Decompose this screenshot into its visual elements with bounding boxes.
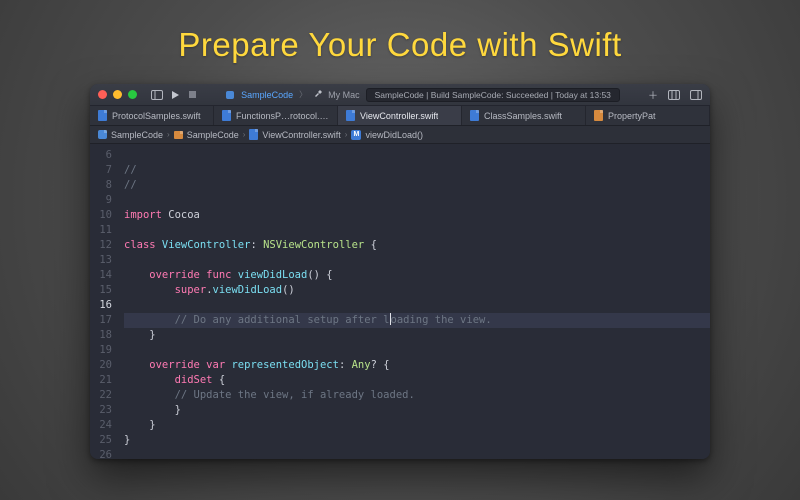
traffic-close-icon[interactable] (98, 90, 107, 99)
file-tab[interactable]: FunctionsP…rotocol.swift (214, 106, 338, 125)
code-editor[interactable]: 67891011121314151617181920212223242526 /… (90, 144, 710, 459)
chevron-right-icon: › (345, 130, 348, 139)
traffic-minimize-icon[interactable] (113, 90, 122, 99)
inspectors-toggle-icon[interactable] (690, 90, 702, 100)
line-gutter: 67891011121314151617181920212223242526 (90, 144, 118, 459)
traffic-zoom-icon[interactable] (128, 90, 137, 99)
swift-file-icon (470, 110, 479, 121)
swift-file-icon (222, 110, 231, 121)
tab-label: ProtocolSamples.swift (112, 111, 201, 121)
tab-label: PropertyPat (608, 111, 656, 121)
jump-project[interactable]: SampleCode (111, 130, 163, 140)
code-area[interactable]: // // import Cocoa class ViewController:… (118, 144, 710, 459)
scheme-name[interactable]: SampleCode (241, 90, 293, 100)
library-button-icon[interactable] (668, 90, 680, 100)
stop-button-icon[interactable] (188, 90, 197, 99)
activity-status: SampleCode | Build SampleCode: Succeeded… (366, 88, 620, 102)
app-target-icon[interactable] (225, 90, 235, 100)
file-tab-active[interactable]: ViewController.swift (338, 106, 462, 125)
tab-label: ViewController.swift (360, 111, 438, 121)
sidebar-toggle-icon[interactable] (151, 90, 163, 100)
hammer-destination-icon[interactable] (313, 90, 322, 99)
jump-symbol[interactable]: viewDidLoad() (365, 130, 423, 140)
file-tab[interactable]: PropertyPat (586, 106, 710, 125)
jump-group[interactable]: SampleCode (187, 130, 239, 140)
chevron-right-icon: › (243, 130, 246, 139)
run-button-icon[interactable] (171, 90, 180, 100)
titlebar: SampleCode 〉 My Mac SampleCode | Build S… (90, 84, 710, 106)
method-badge-icon: M (351, 130, 361, 140)
xcode-window: SampleCode 〉 My Mac SampleCode | Build S… (90, 84, 710, 459)
run-destination[interactable]: My Mac (328, 90, 360, 100)
swift-file-icon (98, 110, 107, 121)
swift-file-icon (594, 110, 603, 121)
project-icon (98, 130, 107, 139)
tab-bar: ProtocolSamples.swift FunctionsP…rotocol… (90, 106, 710, 126)
swift-file-icon (346, 110, 355, 121)
add-button-icon[interactable]: ＋ (648, 87, 658, 102)
scheme-status-area: SampleCode 〉 My Mac SampleCode | Build S… (203, 88, 642, 102)
folder-icon (174, 131, 183, 139)
jump-bar[interactable]: SampleCode › SampleCode › ViewController… (90, 126, 710, 144)
swift-file-icon (249, 129, 258, 140)
slogan-heading: Prepare Your Code with Swift (178, 26, 621, 64)
tab-label: FunctionsP…rotocol.swift (236, 111, 329, 121)
file-tab[interactable]: ClassSamples.swift (462, 106, 586, 125)
tab-label: ClassSamples.swift (484, 111, 562, 121)
jump-file[interactable]: ViewController.swift (262, 130, 340, 140)
file-tab[interactable]: ProtocolSamples.swift (90, 106, 214, 125)
chevron-right-icon: › (167, 130, 170, 139)
chevron-right-icon: 〉 (299, 89, 307, 100)
